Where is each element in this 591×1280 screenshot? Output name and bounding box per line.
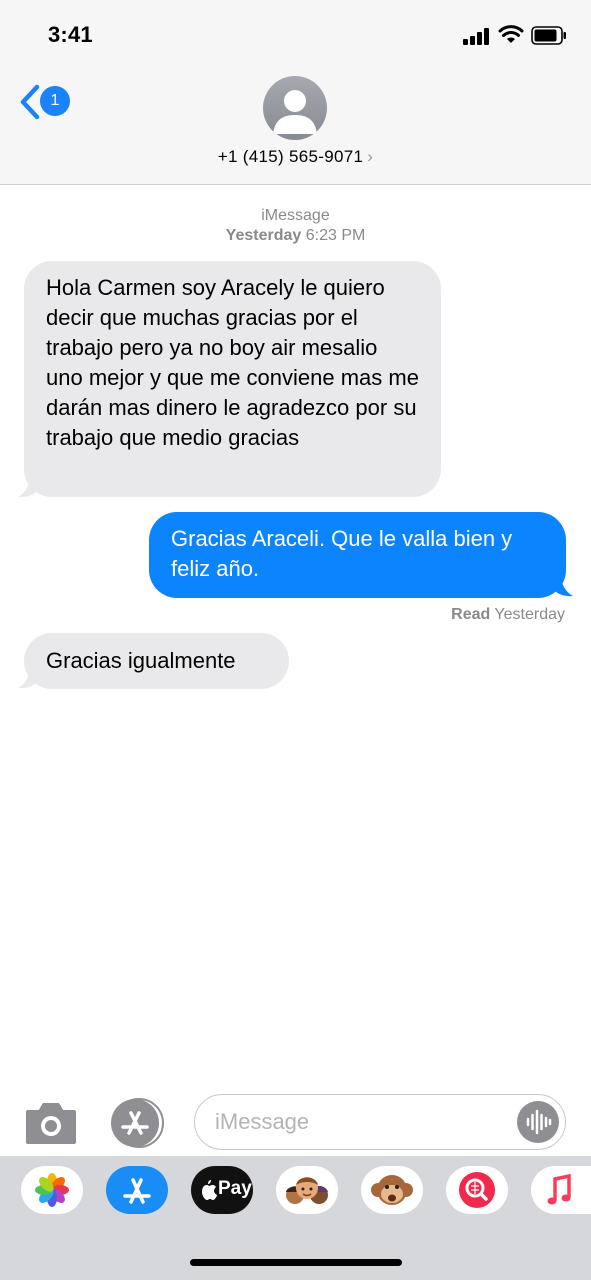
audio-message-button[interactable] — [517, 1101, 559, 1143]
music-icon[interactable] — [531, 1166, 591, 1214]
battery-icon — [531, 26, 566, 45]
person-silhouette-icon — [273, 90, 317, 134]
cellular-signal-icon — [463, 27, 491, 45]
apple-pay-label: Pay — [218, 1178, 252, 1199]
read-time: Yesterday — [494, 606, 565, 623]
conversation-timestamp: Yesterday 6:23 PM — [0, 226, 591, 246]
contact-phone-number: +1 (415) 565-9071 — [217, 147, 364, 166]
unread-count-badge[interactable]: 1 — [40, 86, 70, 116]
read-label: Read — [451, 606, 491, 623]
timestamp-time: 6:23 PM — [305, 227, 366, 244]
outgoing-message-bubble[interactable]: Gracias Araceli. Que le valla bien y fel… — [149, 512, 566, 598]
read-receipt: Read Yesterday — [451, 606, 565, 624]
animoji-monkey-icon[interactable] — [361, 1166, 423, 1214]
waveform-icon — [526, 1109, 552, 1135]
image-search-icon[interactable] — [446, 1166, 508, 1214]
memoji-icon[interactable] — [276, 1166, 338, 1214]
service-label: iMessage — [261, 207, 330, 224]
chevron-right-icon: › — [367, 147, 374, 166]
timestamp-day: Yesterday — [225, 227, 302, 244]
message-input[interactable]: iMessage — [194, 1094, 566, 1150]
message-text: Hola Carmen soy Aracely le quiero decir … — [46, 275, 419, 450]
app-store-icon[interactable] — [106, 1166, 168, 1214]
wifi-icon — [498, 25, 524, 43]
message-text: Gracias Araceli. Que le valla bien y fel… — [171, 526, 513, 581]
message-input-placeholder: iMessage — [215, 1109, 310, 1134]
message-text: Gracias igualmente — [46, 648, 236, 673]
navigation-header: 3:41 1 +1 (415) 565-9071 › — [0, 0, 591, 185]
chevron-left-icon — [20, 84, 40, 120]
contact-name[interactable]: +1 (415) 565-9071 › — [0, 147, 591, 167]
incoming-message-bubble[interactable]: Gracias igualmente — [24, 633, 289, 689]
camera-icon[interactable] — [24, 1100, 78, 1146]
home-indicator[interactable] — [190, 1259, 402, 1266]
photos-icon[interactable] — [21, 1166, 83, 1214]
incoming-message-bubble[interactable]: Hola Carmen soy Aracely le quiero decir … — [24, 261, 441, 497]
status-time: 3:41 — [48, 22, 93, 47]
apple-pay-icon[interactable]: Pay — [191, 1166, 253, 1214]
app-store-button[interactable] — [108, 1098, 166, 1148]
contact-avatar[interactable] — [263, 76, 327, 140]
